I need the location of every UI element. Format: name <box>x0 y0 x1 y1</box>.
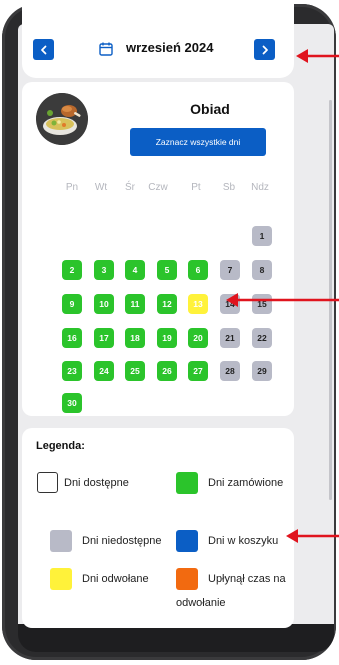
calendar-day[interactable]: 6 <box>188 260 208 280</box>
calendar-day[interactable]: 21 <box>220 328 240 348</box>
weekday-label: Pt <box>191 182 201 193</box>
legend-label-unavailable: Dni niedostępne <box>82 535 162 547</box>
legend-label-ordered: Dni zamówione <box>208 477 284 489</box>
calendar-day[interactable]: 2 <box>62 260 82 280</box>
calendar-day[interactable]: 17 <box>94 328 114 348</box>
legend-label-expired: Upłynął czas na odwołanie <box>176 573 286 609</box>
chevron-right-icon <box>262 45 268 54</box>
calendar-day[interactable]: 23 <box>62 361 82 381</box>
legend-swatch-unavailable <box>50 530 72 552</box>
weekday-label: Ndz <box>251 182 269 193</box>
calendar-day[interactable]: 27 <box>188 361 208 381</box>
calendar-day[interactable]: 10 <box>94 294 114 314</box>
next-month-button[interactable] <box>254 39 275 60</box>
calendar-day[interactable]: 16 <box>62 328 82 348</box>
calendar-day[interactable]: 1 <box>252 226 272 246</box>
calendar-day[interactable]: 8 <box>252 260 272 280</box>
calendar-day[interactable]: 19 <box>157 328 177 348</box>
legend-swatch-ordered <box>176 472 198 494</box>
weekday-label: Wt <box>94 182 108 193</box>
legend-label-cart: Dni w koszyku <box>208 535 279 547</box>
legend-label-cancelled: Dni odwołane <box>82 573 149 585</box>
legend-label-available: Dni dostępne <box>64 477 129 489</box>
calendar-day[interactable]: 24 <box>94 361 114 381</box>
calendar-day[interactable]: 22 <box>252 328 272 348</box>
month-header-card <box>22 0 294 78</box>
meal-title: Obiad <box>190 101 230 117</box>
select-all-days-button[interactable]: Zaznacz wszystkie dni <box>130 128 266 156</box>
calendar-day[interactable]: 3 <box>94 260 114 280</box>
calendar-day[interactable]: 26 <box>157 361 177 381</box>
chevron-left-icon <box>40 45 46 54</box>
legend-title: Legenda: <box>36 440 85 452</box>
weekday-label: Czw <box>148 182 168 193</box>
annotation-arrow-icon <box>286 529 339 543</box>
month-label: wrzesień 2024 <box>126 40 214 55</box>
annotation-arrow-icon <box>296 49 339 63</box>
weekday-label: Śr <box>125 182 135 193</box>
calendar-day[interactable]: 12 <box>157 294 177 314</box>
calendar-day[interactable]: 18 <box>125 328 145 348</box>
meal-bowl-icon <box>36 93 88 145</box>
legend-swatch-cart <box>176 530 198 552</box>
prev-month-button[interactable] <box>33 39 54 60</box>
calendar-day[interactable]: 5 <box>157 260 177 280</box>
phone-chin <box>18 624 334 652</box>
calendar-day[interactable]: 11 <box>125 294 145 314</box>
weekday-label: Pn <box>65 182 79 193</box>
calendar-day[interactable]: 13 <box>188 294 208 314</box>
calendar-day[interactable]: 7 <box>220 260 240 280</box>
legend-swatch-available <box>37 472 58 493</box>
annotation-arrow-icon <box>226 293 339 307</box>
calendar-day[interactable]: 4 <box>125 260 145 280</box>
calendar-day[interactable]: 28 <box>220 361 240 381</box>
calendar-day[interactable]: 20 <box>188 328 208 348</box>
weekday-label: Sb <box>222 182 236 193</box>
calendar-day[interactable]: 9 <box>62 294 82 314</box>
calendar-icon <box>99 42 113 56</box>
calendar-day[interactable]: 30 <box>62 393 82 413</box>
legend-swatch-cancelled <box>50 568 72 590</box>
calendar-day[interactable]: 25 <box>125 361 145 381</box>
calendar-day[interactable]: 29 <box>252 361 272 381</box>
meal-image <box>36 93 88 145</box>
